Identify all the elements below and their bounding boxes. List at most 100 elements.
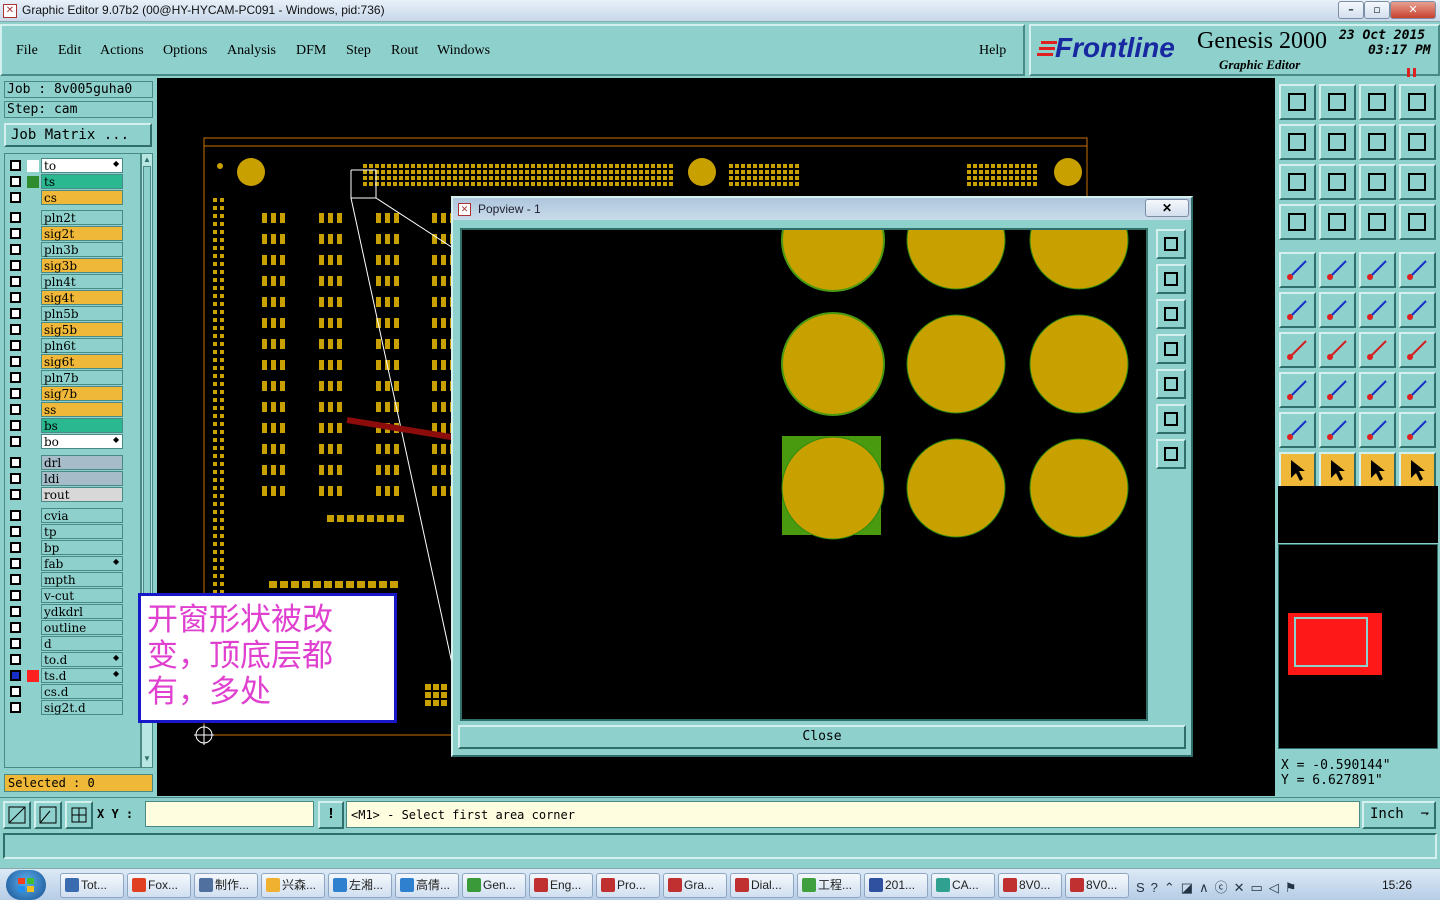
taskbar-item[interactable]: 201... (864, 873, 928, 898)
layers-red2-icon[interactable] (1399, 204, 1436, 240)
layer-row[interactable]: tp (5, 524, 140, 539)
layer-name[interactable]: cs.d (41, 684, 123, 699)
layer-name[interactable]: pln7b (41, 370, 123, 385)
layer-row[interactable]: sig2t.d (5, 700, 140, 715)
layer-name[interactable]: ts.d (41, 668, 123, 683)
zoom-left-icon[interactable] (1156, 334, 1186, 364)
overview-map[interactable] (1278, 544, 1438, 749)
connect-icon[interactable] (1279, 292, 1316, 328)
circle-icon[interactable] (1399, 252, 1436, 288)
layer-checkbox[interactable] (10, 420, 21, 431)
layer-row[interactable]: ydkdrl (5, 604, 140, 619)
home-icon[interactable] (1359, 84, 1396, 120)
taskbar-item[interactable]: CA... (931, 873, 995, 898)
layer-name[interactable]: fab (41, 556, 123, 571)
measure-icon[interactable] (1359, 372, 1396, 408)
layer-name[interactable]: sig2t.d (41, 700, 123, 715)
layer-checkbox[interactable] (10, 372, 21, 383)
panel-icon[interactable] (1399, 84, 1436, 120)
scroll-thumb[interactable] (143, 166, 151, 596)
layer-row[interactable]: bs (5, 418, 140, 433)
layer-row[interactable]: rout (5, 487, 140, 502)
layer-checkbox[interactable] (10, 590, 21, 601)
xy-input[interactable] (145, 801, 314, 827)
layer-row[interactable]: pln3b (5, 242, 140, 257)
menu-rout[interactable]: Rout (391, 43, 418, 59)
taskbar-item[interactable]: Pro... (596, 873, 660, 898)
layer-name[interactable]: pln3b (41, 242, 123, 257)
zoom-area-icon[interactable] (3, 801, 31, 829)
layer-row[interactable]: ldi (5, 471, 140, 486)
minimize-button[interactable]: – (1338, 1, 1364, 19)
taskbar-item[interactable]: 8V0... (1065, 873, 1129, 898)
layer-name[interactable]: v-cut (41, 588, 123, 603)
layer-checkbox[interactable] (10, 526, 21, 537)
layer-name[interactable]: tp (41, 524, 123, 539)
select-arrow-icon[interactable] (1279, 452, 1316, 488)
taskbar-item[interactable]: Tot... (60, 873, 124, 898)
rotate-icon[interactable] (1359, 332, 1396, 368)
zoom-up-icon[interactable] (1156, 264, 1186, 294)
layer-name[interactable]: drl (41, 455, 123, 470)
fit-icon[interactable] (1279, 164, 1316, 200)
layer-name[interactable]: cvia (41, 508, 123, 523)
layer-row[interactable]: cs (5, 190, 140, 205)
layer-row[interactable]: pln5b (5, 306, 140, 321)
taskbar-item[interactable]: Gen... (462, 873, 526, 898)
pan-icon[interactable] (1156, 439, 1186, 469)
triangle4-icon[interactable] (1399, 412, 1436, 448)
cross-icon[interactable] (1319, 292, 1356, 328)
layer-checkbox[interactable] (10, 276, 21, 287)
layer-row[interactable]: outline (5, 620, 140, 635)
popview-title-bar[interactable]: ✕ Popview - 1 ✕ (453, 198, 1191, 220)
popview-close-x-button[interactable]: ✕ (1145, 199, 1189, 217)
snake-icon[interactable] (1399, 124, 1436, 160)
layer-row[interactable]: ts.d ◆ (5, 668, 140, 683)
zoom-right-icon[interactable] (1156, 369, 1186, 399)
layer-name[interactable]: mpth (41, 572, 123, 587)
layer-name[interactable]: ldi (41, 471, 123, 486)
layer-checkbox[interactable] (10, 473, 21, 484)
layer-checkbox[interactable] (10, 542, 21, 553)
layer-checkbox[interactable] (10, 260, 21, 271)
left-icon[interactable] (1279, 124, 1316, 160)
menu-step[interactable]: Step (346, 43, 371, 59)
layer-row[interactable]: drl (5, 455, 140, 470)
close-window-button[interactable]: ✕ (1390, 1, 1436, 19)
layer-checkbox[interactable] (10, 457, 21, 468)
layer-row[interactable]: cvia (5, 508, 140, 523)
upload-icon[interactable] (1279, 84, 1316, 120)
pad-icon[interactable] (1279, 252, 1316, 288)
select-path-icon[interactable] (1399, 452, 1436, 488)
taskbar-item[interactable]: 制作... (194, 873, 258, 898)
taskbar-item[interactable]: Dial... (730, 873, 794, 898)
layer-row[interactable]: d (5, 636, 140, 651)
taskbar-item[interactable]: 高倩... (395, 873, 459, 898)
layer-name[interactable]: pln5b (41, 306, 123, 321)
alert-icon[interactable]: ! (318, 801, 344, 829)
zoom-in-icon[interactable] (1156, 229, 1186, 259)
menu-file[interactable]: File (16, 43, 38, 59)
layer-checkbox[interactable] (10, 244, 21, 255)
taskbar-item[interactable]: 8V0... (998, 873, 1062, 898)
layer-checkbox[interactable] (10, 622, 21, 633)
layer-checkbox[interactable] (10, 702, 21, 713)
zoom-down-icon[interactable] (1156, 299, 1186, 329)
layer-row[interactable]: sig7b (5, 386, 140, 401)
taskbar-item[interactable]: 左湘... (328, 873, 392, 898)
menu-windows[interactable]: Windows (437, 43, 490, 59)
layer-row[interactable]: sig4t (5, 290, 140, 305)
layer-name[interactable]: sig3b (41, 258, 123, 273)
layer-row[interactable]: pln7b (5, 370, 140, 385)
layer-name[interactable]: sig2t (41, 226, 123, 241)
layer-checkbox[interactable] (10, 404, 21, 415)
taskbar-item[interactable]: Eng... (529, 873, 593, 898)
menu-options[interactable]: Options (163, 43, 207, 59)
layer-checkbox[interactable] (10, 176, 21, 187)
layer-row[interactable]: pln2t (5, 210, 140, 225)
layer-row[interactable]: ts (5, 174, 140, 189)
scroll-up-icon[interactable]: ▲ (143, 155, 151, 165)
layer-row[interactable]: to ◆ (5, 158, 140, 173)
grid-icon[interactable] (65, 801, 93, 829)
fit-icon[interactable] (1156, 404, 1186, 434)
